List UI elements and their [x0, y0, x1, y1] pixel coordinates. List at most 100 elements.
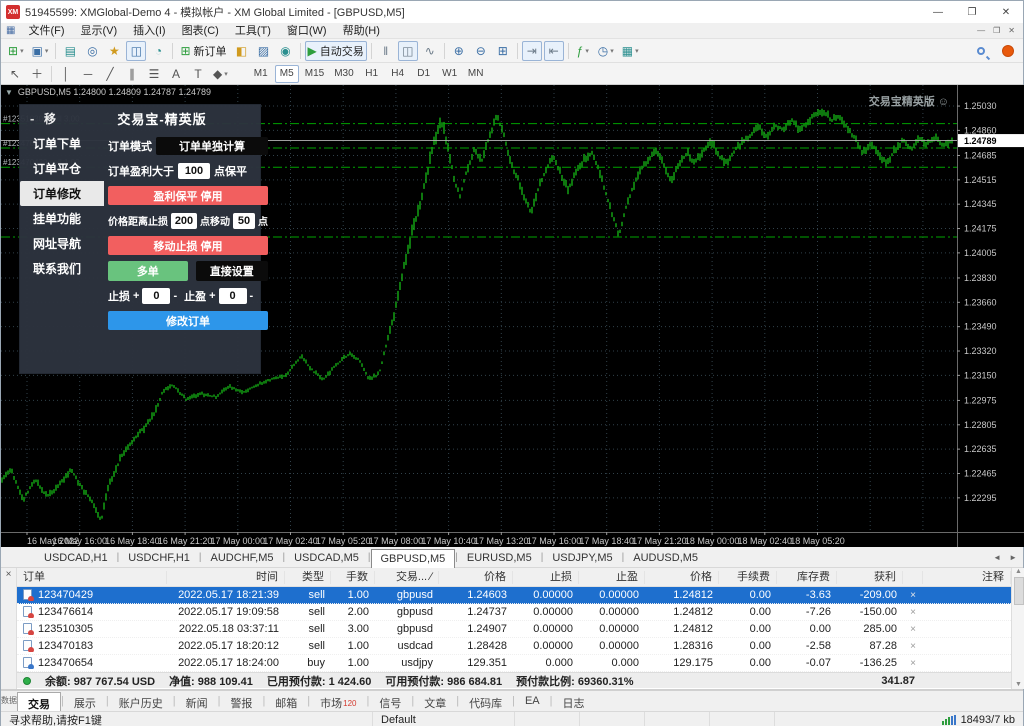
auto-scroll-button[interactable]: ⇥ [522, 41, 542, 61]
sl-minus-button[interactable]: - [173, 290, 177, 302]
terminal-tab-信号[interactable]: 信号 [369, 692, 411, 711]
sl-input[interactable] [142, 288, 170, 304]
panel-nav-item[interactable]: 挂单功能 [20, 206, 104, 231]
minimize-button[interactable]: — [921, 1, 955, 23]
close-button[interactable]: ✕ [989, 1, 1023, 23]
menu-i[interactable]: 插入(I) [125, 23, 173, 39]
column-header[interactable]: 时间 [167, 571, 285, 584]
column-header[interactable]: 类型 [285, 571, 331, 584]
column-header[interactable]: 手数 [331, 571, 375, 584]
scroll-up-icon[interactable]: ▲ [1015, 568, 1022, 575]
zoom-out-button[interactable]: ⊖ [471, 41, 491, 61]
menu-t[interactable]: 工具(T) [227, 23, 279, 39]
close-order-button[interactable]: × [903, 607, 923, 618]
terminal-tab-新闻[interactable]: 新闻 [176, 692, 218, 711]
chart-styler-button[interactable]: ◧ [232, 41, 252, 61]
line-chart-button[interactable]: ∿ [420, 41, 440, 61]
column-header[interactable]: 库存费 [777, 571, 837, 584]
column-header[interactable] [903, 571, 923, 584]
timeframe-h1[interactable]: H1 [360, 65, 384, 83]
notifications-icon[interactable] [1002, 45, 1014, 57]
menu-v[interactable]: 显示(V) [73, 23, 126, 39]
child-restore-button[interactable]: ❐ [993, 26, 1000, 35]
chart-area[interactable]: #123510305 sell 3.00#123476614 sell 2.00… [1, 85, 1023, 547]
crosshair-tool[interactable]: ＋ [27, 64, 47, 84]
terminal-tab-展示[interactable]: 展示 [64, 692, 106, 711]
panel-nav-item[interactable]: 订单平仓 [20, 156, 104, 181]
dropdown-arrow-icon[interactable]: ▾ [45, 47, 49, 55]
tabs-scroll-left-icon[interactable]: ◄ [993, 553, 1001, 562]
terminal-tab-警报[interactable]: 警报 [220, 692, 262, 711]
close-order-button[interactable]: × [903, 658, 923, 669]
zoom-in-button[interactable]: ⊕ [449, 41, 469, 61]
sl-plus-button[interactable]: + [133, 290, 139, 302]
chart-tab-usdchfh1[interactable]: USDCHF,H1 [119, 549, 199, 568]
dropdown-arrow-icon[interactable]: ▾ [585, 47, 589, 55]
order-row[interactable]: 1234704292022.05.17 18:21:39sell1.00gbpu… [17, 587, 1011, 604]
menu-f[interactable]: 文件(F) [20, 23, 72, 39]
panel-move-button[interactable]: 移 [44, 110, 74, 127]
algo-news-button[interactable]: ◉ [276, 41, 296, 61]
dropdown-arrow-icon[interactable]: ▾ [20, 47, 24, 55]
timeframe-h4[interactable]: H4 [386, 65, 410, 83]
fibonacci-tool[interactable]: ☰ [144, 64, 164, 84]
order-row[interactable]: 1234706542022.05.17 18:24:00buy1.00usdjp… [17, 655, 1011, 672]
menu-w[interactable]: 窗口(W) [279, 23, 335, 39]
terminal-tab-邮箱[interactable]: 邮箱 [265, 692, 307, 711]
panel-minimize-button[interactable]: - [30, 111, 44, 126]
market-watch-button[interactable]: ▤ [60, 41, 80, 61]
trailing-stop-toggle-button[interactable]: 移动止损 停用 [108, 236, 268, 255]
tp-minus-button[interactable]: - [250, 290, 254, 302]
auto-trading-button[interactable]: ▶自动交易 [305, 41, 367, 61]
panel-nav-item[interactable]: 订单修改 [20, 181, 104, 206]
direct-set-button[interactable]: 直接设置 [196, 261, 268, 281]
new-chart-button[interactable]: ⊞▾ [5, 41, 27, 61]
menu-c[interactable]: 图表(C) [174, 23, 227, 39]
scroll-down-icon[interactable]: ▼ [1015, 681, 1022, 688]
dropdown-arrow-icon[interactable]: ▾ [610, 47, 614, 55]
favorites-button[interactable]: ★ [104, 41, 124, 61]
child-close-button[interactable]: ✕ [1008, 26, 1015, 35]
chart-tab-usdcadh1[interactable]: USDCAD,H1 [35, 549, 117, 568]
terminal-close-button[interactable]: × [6, 569, 12, 580]
text-label-tool[interactable]: T [188, 64, 208, 84]
terminal-tab-代码库[interactable]: 代码库 [459, 692, 512, 711]
order-row[interactable]: 1234766142022.05.17 19:09:58sell2.00gbpu… [17, 604, 1011, 621]
terminal-tab-交易[interactable]: 交易 [17, 692, 61, 711]
maximize-button[interactable]: ❐ [955, 1, 989, 23]
dropdown-arrow-icon[interactable]: ▾ [224, 70, 228, 78]
new-order-button[interactable]: ⊞新订单 [177, 41, 229, 61]
profiles-button[interactable]: ▣▾ [29, 41, 52, 61]
breakeven-toggle-button[interactable]: 盈利保平 停用 [108, 186, 268, 205]
tp-input[interactable] [219, 288, 247, 304]
order-row[interactable]: 1235103052022.05.18 03:37:11sell3.00gbpu… [17, 621, 1011, 638]
docked-panel-tab[interactable]: 数据 [1, 697, 17, 705]
terminal-tab-文章[interactable]: 文章 [414, 692, 456, 711]
trail-step-input[interactable] [233, 213, 255, 229]
column-header[interactable]: 订单 [17, 571, 167, 584]
timeframe-m30[interactable]: M30 [330, 65, 357, 83]
depth-of-market-button[interactable]: ▨ [254, 41, 274, 61]
chart-tab-audchfm5[interactable]: AUDCHF,M5 [202, 549, 283, 568]
menu-h[interactable]: 帮助(H) [335, 23, 388, 39]
column-header[interactable]: 止盈 [579, 571, 645, 584]
chart-tab-usdjpym5[interactable]: USDJPY,M5 [543, 549, 621, 568]
trendline-tool[interactable]: ╱ [100, 64, 120, 84]
chart-shift-button[interactable]: ⇤ [544, 41, 564, 61]
tabs-scroll-right-icon[interactable]: ► [1009, 553, 1017, 562]
panel-nav-item[interactable]: 联系我们 [20, 256, 104, 281]
chart-tab-eurusdm5[interactable]: EURUSD,M5 [458, 549, 541, 568]
profit-threshold-input[interactable] [178, 163, 210, 179]
chart-tab-usdcadm5[interactable]: USDCAD,M5 [285, 549, 368, 568]
terminal-tab-日志[interactable]: 日志 [553, 692, 595, 711]
tile-windows-button[interactable]: ⊞ [493, 41, 513, 61]
terminal-scrollbar[interactable]: ▲ ▼ [1011, 568, 1024, 689]
candles-chart-button[interactable]: ◫ [398, 41, 418, 61]
timeframe-mn[interactable]: MN [464, 65, 488, 83]
terminal-tab-市场[interactable]: 市场120 [310, 692, 366, 711]
close-order-button[interactable]: × [903, 590, 923, 601]
column-header[interactable]: 交易... ∕ [375, 571, 439, 584]
cursor-tool[interactable]: ↖ [5, 64, 25, 84]
templates-button[interactable]: ▦▾ [619, 41, 642, 61]
column-header[interactable]: 注释 [923, 571, 1011, 584]
